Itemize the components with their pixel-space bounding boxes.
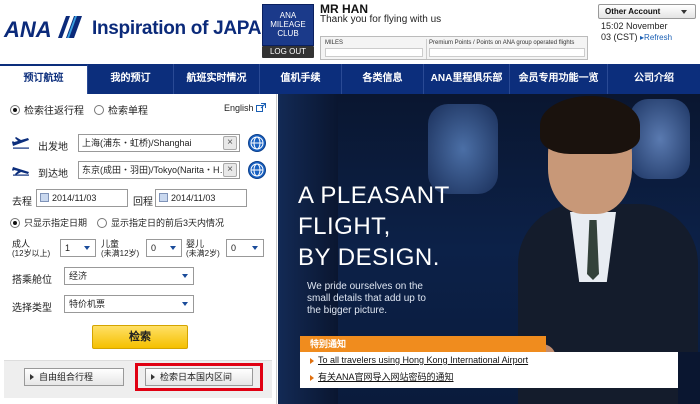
adult-label: 成人 (12岁以上): [12, 239, 51, 258]
premium-points-label: Premium Points / Points on ANA group ope…: [429, 40, 575, 46]
trip-type-group: 检索往返行程 检索单程: [10, 102, 148, 117]
infant-select[interactable]: 0: [226, 239, 264, 257]
to-label: 到达地: [38, 169, 68, 180]
miles-label: MILES: [325, 40, 344, 46]
clear-to-button[interactable]: ×: [223, 163, 237, 177]
hero-sub-line: the bigger picture.: [307, 305, 388, 316]
hero-sub-line: We pride ourselves on the: [307, 281, 423, 292]
external-link-icon: [256, 103, 266, 112]
hero-person-hair: [540, 96, 640, 154]
logout-button[interactable]: LOG OUT: [262, 46, 314, 58]
chevron-right-icon: [310, 357, 314, 364]
nav-mileage-club[interactable]: ANA里程俱乐部: [424, 64, 510, 94]
nav-book-flight[interactable]: 预订航班: [0, 64, 88, 94]
radio-round-trip[interactable]: [10, 104, 20, 115]
time-display: 15:02 November 03 (CST) ▸Refresh: [601, 21, 672, 43]
chevron-right-icon: [30, 374, 34, 380]
other-account-label: Other Account: [605, 7, 661, 16]
tagline: Inspiration of JAPAN: [92, 18, 275, 39]
ana-logo-stripes-icon: [58, 16, 82, 38]
chevron-down-icon: [182, 274, 188, 278]
to-input[interactable]: 东京(成田・羽田)/Tokyo(Narita・H…: [78, 161, 240, 179]
departure-plane-icon: [12, 137, 29, 149]
nav-checkin[interactable]: 值机手续: [260, 64, 342, 94]
fare-type-select[interactable]: 特价机票: [64, 295, 194, 313]
chevron-down-icon: [84, 246, 90, 250]
infant-label: 婴儿 (未满2岁): [186, 239, 220, 258]
highlight-box: [135, 363, 263, 391]
child-select[interactable]: 0: [146, 239, 182, 257]
amc-line: CLUB: [277, 29, 299, 38]
clear-from-button[interactable]: ×: [223, 136, 237, 150]
hero-title-line: A PLEASANT: [298, 182, 450, 209]
flexible-date-label: 显示指定日的前后3天内情况: [111, 218, 225, 228]
refresh-link[interactable]: ▸Refresh: [640, 33, 672, 42]
chevron-down-icon: [252, 246, 258, 250]
hero-title-line: FLIGHT,: [298, 213, 391, 240]
date-option-group: 只显示指定日期 显示指定日的前后3天内情况: [10, 216, 224, 229]
nav-flight-status[interactable]: 航班实时情况: [174, 64, 260, 94]
return-label: 回程: [133, 197, 153, 208]
booking-panel: 检索往返行程 检索单程 English 出发地 上海(浦东・虹桥)/Shangh…: [0, 94, 277, 404]
hero-sub-line: small details that add up to: [307, 293, 426, 304]
cabin-select[interactable]: 经济: [64, 267, 194, 285]
radio-one-way[interactable]: [94, 104, 104, 115]
nav-info[interactable]: 各类信息: [342, 64, 424, 94]
english-link[interactable]: English: [224, 103, 266, 113]
round-trip-label: 检索往返行程: [24, 106, 84, 117]
notice-title: 特别通知: [300, 336, 546, 352]
calendar-icon: [159, 193, 168, 202]
calendar-icon: [40, 193, 49, 202]
chevron-down-icon: [182, 302, 188, 306]
hero-title: A PLEASANT FLIGHT, BY DESIGN.: [298, 180, 450, 273]
from-input[interactable]: 上海(浦东・虹桥)/Shanghai: [78, 134, 240, 152]
nav-member-functions[interactable]: 会员专用功能一览: [510, 64, 608, 94]
time-line: 15:02 November: [601, 21, 668, 31]
mileage-club-logo[interactable]: ANA MILEAGE CLUB: [262, 4, 314, 46]
ana-logo[interactable]: ANA: [4, 17, 52, 43]
child-label: 儿童 (未满12岁): [101, 239, 140, 258]
header: ANA Inspiration of JAPAN ANA MILEAGE CLU…: [0, 0, 700, 63]
return-date-input[interactable]: 2014/11/03: [155, 189, 247, 207]
chevron-down-icon: [681, 10, 687, 14]
notice-link-password[interactable]: 有关ANA官网导入网站密码的通知: [310, 370, 454, 383]
adult-select[interactable]: 1: [60, 239, 96, 257]
fare-type-label: 选择类型: [12, 303, 52, 314]
other-account-dropdown[interactable]: Other Account: [598, 4, 696, 19]
radio-exact-date[interactable]: [10, 217, 20, 228]
nav-my-booking[interactable]: 我的预订: [88, 64, 174, 94]
depart-date-input[interactable]: 2014/11/03: [36, 189, 128, 207]
miles-value: [325, 48, 423, 57]
nav-company[interactable]: 公司介绍: [608, 64, 700, 94]
main-nav: 预订航班 我的预订 航班实时情况 值机手续 各类信息 ANA里程俱乐部 会员专用…: [0, 64, 700, 94]
hero-subtitle: We pride ourselves on the small details …: [307, 281, 426, 317]
custom-itinerary-button[interactable]: 自由组合行程: [24, 368, 124, 386]
arrival-plane-icon: [12, 167, 29, 176]
exact-date-label: 只显示指定日期: [24, 218, 88, 228]
miles-summary: MILES Premium Points / Points on ANA gro…: [320, 36, 588, 60]
cabin-label: 搭乘舱位: [12, 275, 52, 286]
chevron-down-icon: [170, 246, 176, 250]
chevron-right-icon: [310, 374, 314, 381]
time-line: 03 (CST): [601, 32, 638, 42]
search-button[interactable]: 检索: [92, 325, 188, 349]
notice-link-hkg[interactable]: To all travelers using Hong Kong Interna…: [310, 355, 528, 365]
premium-points-value: [429, 48, 585, 57]
divider: [426, 39, 427, 59]
notice-body: To all travelers using Hong Kong Interna…: [300, 352, 700, 388]
hero-edge: [678, 352, 700, 404]
from-globe-icon[interactable]: [248, 134, 266, 152]
greeting: Thank you for flying with us: [320, 14, 442, 25]
radio-flexible-date[interactable]: [97, 217, 108, 228]
amc-line: ANA: [279, 11, 297, 20]
hero-title-line: BY DESIGN.: [298, 244, 440, 271]
special-notice: 特别通知 To all travelers using Hong Kong In…: [300, 336, 700, 388]
one-way-label: 检索单程: [108, 106, 148, 117]
to-globe-icon[interactable]: [248, 161, 266, 179]
amc-line: MILEAGE: [270, 20, 306, 29]
depart-label: 去程: [12, 197, 32, 208]
from-label: 出发地: [38, 142, 68, 153]
